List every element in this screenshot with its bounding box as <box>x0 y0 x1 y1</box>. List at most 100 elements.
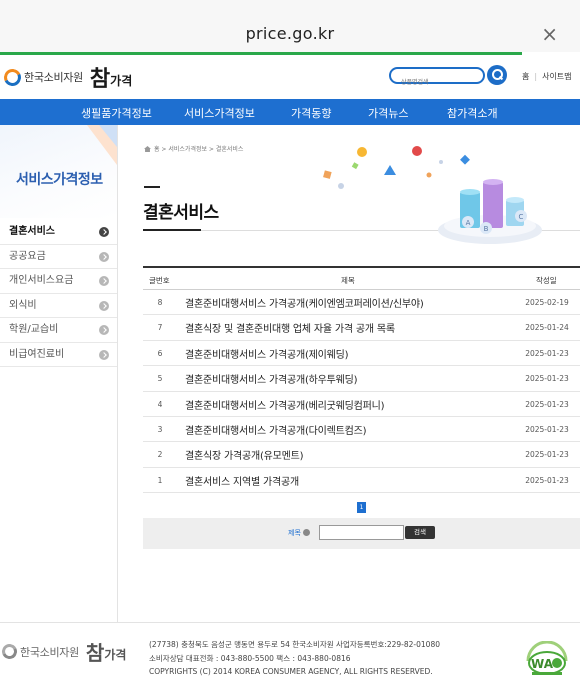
search-input[interactable] <box>391 76 483 89</box>
title-underline <box>143 229 201 231</box>
nav-item-about[interactable]: 참가격소개 <box>447 105 498 121</box>
row-subject-link[interactable]: 결혼서비스 지역별 가격공개 <box>185 473 299 488</box>
footer-contact: 소비자상담 대표전화 : 043-880-5500 팩스 : 043-880-0… <box>149 653 351 663</box>
row-date: 2025-01-23 <box>525 399 569 409</box>
footer-copyright: COPYRIGHTS (C) 2014 KOREA CONSUMER AGENC… <box>149 667 433 676</box>
board-search-input[interactable] <box>319 525 404 540</box>
search-field-select[interactable]: 제목 <box>288 528 310 538</box>
breadcrumb: 홈 > 서비스가격정보 > 결혼서비스 <box>144 144 243 153</box>
logo-mark-icon <box>1 66 24 88</box>
board-table: 글번호 제목 작성일 8 결혼준비대행서비스 가격공개(케이엔엠코퍼레이션/신부야… <box>143 266 580 494</box>
row-date: 2025-01-23 <box>525 348 569 358</box>
row-no: 7 <box>157 323 163 333</box>
footer-brand: 참 <box>85 641 104 665</box>
table-row: 2 결혼식장 가격공개(유모멘트) 2025-01-23 <box>143 442 580 468</box>
sitemap-link[interactable]: 사이트맵 <box>542 72 571 81</box>
row-no: 1 <box>157 475 163 485</box>
table-row: 8 결혼준비대행서비스 가격공개(케이엔엠코퍼레이션/신부야) 2025-02-19 <box>143 290 580 316</box>
pagination-page-1[interactable]: 1 <box>357 502 366 513</box>
col-header-no: 글번호 <box>149 276 170 285</box>
sidebar-item-label: 학원/교습비 <box>9 324 59 335</box>
row-no: 5 <box>157 374 163 384</box>
badge-wa-text: WA <box>531 657 554 671</box>
illustration-letter-b: B <box>484 225 489 233</box>
nav-item-daily-goods[interactable]: 생필품가격정보 <box>81 105 152 121</box>
table-row: 4 결혼준비대행서비스 가격공개(베리굿웨딩컴퍼니) 2025-01-23 <box>143 392 580 417</box>
chevron-right-icon <box>99 325 109 335</box>
sidebar-banner: 서비스가격정보 <box>0 125 117 218</box>
row-subject-link[interactable]: 결혼준비대행서비스 가격공개(다이렉트컴즈) <box>185 422 367 437</box>
table-header: 글번호 제목 작성일 <box>143 266 580 290</box>
search-field-label: 제목 <box>288 529 301 537</box>
sidebar-item-dining[interactable]: 외식비 <box>0 294 117 318</box>
header-search <box>389 67 485 89</box>
title-accent <box>144 186 160 188</box>
sidebar-item-label: 외식비 <box>9 299 37 311</box>
close-icon[interactable]: × <box>541 22 558 46</box>
table-row: 3 결혼준비대행서비스 가격공개(다이렉트컴즈) 2025-01-23 <box>143 417 580 443</box>
sidebar-item-label: 개인서비스요금 <box>9 275 74 286</box>
nav-item-price-news[interactable]: 가격뉴스 <box>368 105 408 121</box>
illustration-letter-a: A <box>466 219 471 227</box>
page-title: 결혼서비스 <box>143 203 219 223</box>
row-subject-link[interactable]: 결혼준비대행서비스 가격공개(하우투웨딩) <box>185 371 358 386</box>
sidebar-item-label: 결혼서비스 <box>9 226 55 237</box>
row-no: 6 <box>157 348 163 358</box>
web-accessibility-badge-icon: WA <box>526 641 568 675</box>
chevron-right-icon <box>99 349 109 360</box>
row-subject-link[interactable]: 결혼준비대행서비스 가격공개(베리굿웨딩컴퍼니) <box>185 397 385 412</box>
chevron-right-icon <box>99 227 109 237</box>
table-row: 1 결혼서비스 지역별 가격공개 2025-01-23 <box>143 468 580 494</box>
row-date: 2025-01-24 <box>525 323 569 333</box>
sidebar-menu: 결혼서비스 공공요금 개인서비스요금 외식비 학원/교습비 비급여진료비 <box>0 220 117 367</box>
home-icon[interactable] <box>144 146 151 152</box>
sidebar-item-public-fees[interactable]: 공공요금 <box>0 245 117 269</box>
site-logo[interactable]: 한국소비자원 참 가격 <box>1 63 133 92</box>
row-subject-link[interactable]: 결혼준비대행서비스 가격공개(케이엔엠코퍼레이션/신부야) <box>185 295 424 310</box>
chevron-right-icon <box>99 300 109 311</box>
sidebar-item-personal-service[interactable]: 개인서비스요금 <box>0 269 117 294</box>
logo-brand-sub: 가격 <box>110 73 133 88</box>
board-search-button[interactable]: 검색 <box>405 526 435 539</box>
nav-item-service-price[interactable]: 서비스가격정보 <box>184 105 255 121</box>
illustration-letter-c: C <box>519 213 524 221</box>
row-date: 2025-01-23 <box>525 374 569 384</box>
footer-logo: 한국소비자원 참 가격 <box>0 637 127 666</box>
row-subject-link[interactable]: 결혼준비대행서비스 가격공개(제이웨딩) <box>185 346 349 361</box>
chevron-right-icon <box>99 251 109 262</box>
row-date: 2025-01-23 <box>525 450 569 460</box>
site-header: 한국소비자원 참 가격 홈 | 사이트맵 <box>0 55 580 99</box>
footer-address: (27738) 충청북도 음성군 맹동면 용두로 54 한국소비자원 사업자등록… <box>149 640 440 649</box>
breadcrumb-text: 홈 > 서비스가격정보 > 결혼서비스 <box>154 146 244 153</box>
col-header-date: 작성일 <box>536 276 557 285</box>
row-subject-link[interactable]: 결혼식장 및 결혼준비대행 업체 자율 가격 공개 목록 <box>185 320 395 335</box>
sidebar-item-non-covered-medical[interactable]: 비급여진료비 <box>0 343 117 367</box>
row-date: 2025-01-23 <box>525 424 569 434</box>
sidebar: 서비스가격정보 결혼서비스 공공요금 개인서비스요금 외식비 학원/교습비 비급… <box>0 125 118 622</box>
row-no: 2 <box>157 450 163 460</box>
select-arrows-icon <box>302 529 310 536</box>
browser-url[interactable]: price.go.kr <box>0 24 580 43</box>
chevron-right-icon <box>99 276 109 286</box>
main-nav: 생필품가격정보 서비스가격정보 가격동향 가격뉴스 참가격소개 <box>0 99 580 125</box>
link-divider: | <box>534 72 538 81</box>
sidebar-item-label: 공공요금 <box>9 250 46 262</box>
col-header-subject: 제목 <box>341 276 355 285</box>
row-no: 3 <box>157 424 163 434</box>
sidebar-title: 서비스가격정보 <box>16 172 103 188</box>
home-link[interactable]: 홈 <box>522 72 529 81</box>
sidebar-item-academy[interactable]: 학원/교습비 <box>0 318 117 343</box>
search-icon[interactable] <box>487 65 507 85</box>
footer-org-name: 한국소비자원 <box>20 645 79 659</box>
row-date: 2025-01-23 <box>525 475 569 485</box>
table-row: 5 결혼준비대행서비스 가격공개(하우투웨딩) 2025-01-23 <box>143 366 580 392</box>
sidebar-item-label: 비급여진료비 <box>9 348 65 360</box>
logo-org-name: 한국소비자원 <box>24 71 83 84</box>
row-no: 8 <box>157 298 163 307</box>
footer-brand-sub: 가격 <box>104 648 127 662</box>
logo-brand: 참 <box>89 66 110 92</box>
row-subject-link[interactable]: 결혼식장 가격공개(유모멘트) <box>185 447 304 462</box>
sidebar-item-wedding[interactable]: 결혼서비스 <box>0 220 117 245</box>
nav-item-price-trend[interactable]: 가격동향 <box>291 105 331 121</box>
row-date: 2025-02-19 <box>525 298 569 307</box>
